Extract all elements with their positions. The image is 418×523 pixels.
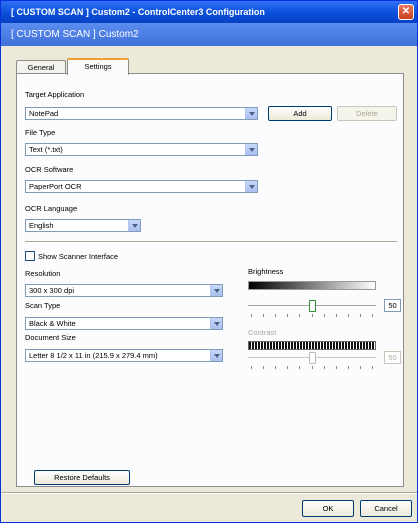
target-application-select[interactable]: NotePad: [25, 107, 258, 120]
chevron-down-icon: [245, 108, 257, 119]
add-button[interactable]: Add: [268, 106, 332, 121]
document-size-select[interactable]: Letter 8 1/2 x 11 in (215.9 x 279.4 mm): [25, 349, 223, 362]
cancel-button[interactable]: Cancel: [360, 500, 412, 517]
tick-mark: [347, 366, 349, 369]
tick-mark: [287, 366, 289, 369]
tick-mark: [275, 314, 277, 317]
chevron-down-icon: [210, 285, 222, 296]
tick-mark: [335, 314, 337, 317]
divider: [25, 241, 397, 243]
chevron-down-icon: [128, 220, 140, 231]
ocr-language-label: OCR Language: [25, 204, 78, 213]
delete-button[interactable]: Delete: [337, 106, 397, 121]
contrast-value[interactable]: 50: [384, 351, 401, 364]
show-scanner-interface-checkbox[interactable]: [25, 251, 35, 261]
resolution-value: 300 x 300 dpi: [29, 286, 75, 295]
contrast-slider[interactable]: [308, 352, 316, 364]
tick-mark: [372, 366, 373, 369]
tick-mark: [299, 314, 301, 317]
ocr-language-value: English: [29, 221, 54, 230]
resolution-select[interactable]: 300 x 300 dpi: [25, 284, 223, 297]
chevron-down-icon: [210, 318, 222, 329]
contrast-ticks: [251, 366, 373, 369]
tick-mark: [323, 314, 325, 317]
scan-type-label: Scan Type: [25, 301, 61, 310]
restore-defaults-button[interactable]: Restore Defaults: [34, 470, 130, 485]
brightness-slider[interactable]: [308, 300, 316, 312]
window-title: [ CUSTOM SCAN ] Custom2 - ControlCenter3…: [1, 1, 417, 23]
header-banner: [ CUSTOM SCAN ] Custom2: [1, 23, 417, 46]
tick-mark: [323, 366, 325, 369]
tick-mark: [287, 314, 289, 317]
brightness-label: Brightness: [248, 267, 284, 276]
ok-button[interactable]: OK: [302, 500, 354, 517]
ocr-software-value: PaperPort OCR: [29, 182, 82, 191]
show-scanner-interface-label: Show Scanner Interface: [38, 252, 119, 261]
chevron-down-icon: [245, 144, 257, 155]
tick-mark: [275, 366, 277, 369]
tick-mark: [335, 366, 337, 369]
contrast-label: Contrast: [248, 328, 277, 337]
tick-mark: [311, 314, 313, 317]
file-type-label: File Type: [25, 128, 56, 137]
footer-divider: [1, 492, 417, 494]
tick-mark: [251, 366, 252, 369]
resolution-label: Resolution: [25, 269, 61, 278]
contrast-pattern: [248, 341, 376, 350]
ocr-software-label: OCR Software: [25, 165, 74, 174]
target-application-value: NotePad: [29, 109, 59, 118]
tab-settings[interactable]: Settings: [67, 58, 129, 75]
ocr-language-select[interactable]: English: [25, 219, 141, 232]
brightness-value[interactable]: 50: [384, 299, 401, 312]
file-type-value: Text (*.txt): [29, 145, 63, 154]
ocr-software-select[interactable]: PaperPort OCR: [25, 180, 258, 193]
settings-panel: Target Application NotePad Add Delete Fi…: [16, 73, 404, 487]
file-type-select[interactable]: Text (*.txt): [25, 143, 258, 156]
close-button[interactable]: ✕: [398, 4, 414, 20]
tick-mark: [359, 366, 361, 369]
brightness-ticks: [251, 314, 373, 317]
scan-type-select[interactable]: Black & White: [25, 317, 223, 330]
tick-mark: [263, 366, 265, 369]
tick-mark: [263, 314, 265, 317]
tick-mark: [311, 366, 313, 369]
document-size-label: Document Size: [25, 333, 76, 342]
chevron-down-icon: [245, 181, 257, 192]
dialog-window: [ CUSTOM SCAN ] Custom2 - ControlCenter3…: [0, 0, 418, 523]
target-application-label: Target Application: [25, 90, 85, 99]
scan-type-value: Black & White: [29, 319, 76, 328]
chevron-down-icon: [210, 350, 222, 361]
tick-mark: [299, 366, 301, 369]
document-size-value: Letter 8 1/2 x 11 in (215.9 x 279.4 mm): [29, 351, 158, 360]
tick-mark: [251, 314, 252, 317]
tab-general[interactable]: General: [16, 60, 66, 74]
tick-mark: [372, 314, 373, 317]
brightness-gradient: [248, 281, 376, 290]
tick-mark: [347, 314, 349, 317]
tick-mark: [359, 314, 361, 317]
